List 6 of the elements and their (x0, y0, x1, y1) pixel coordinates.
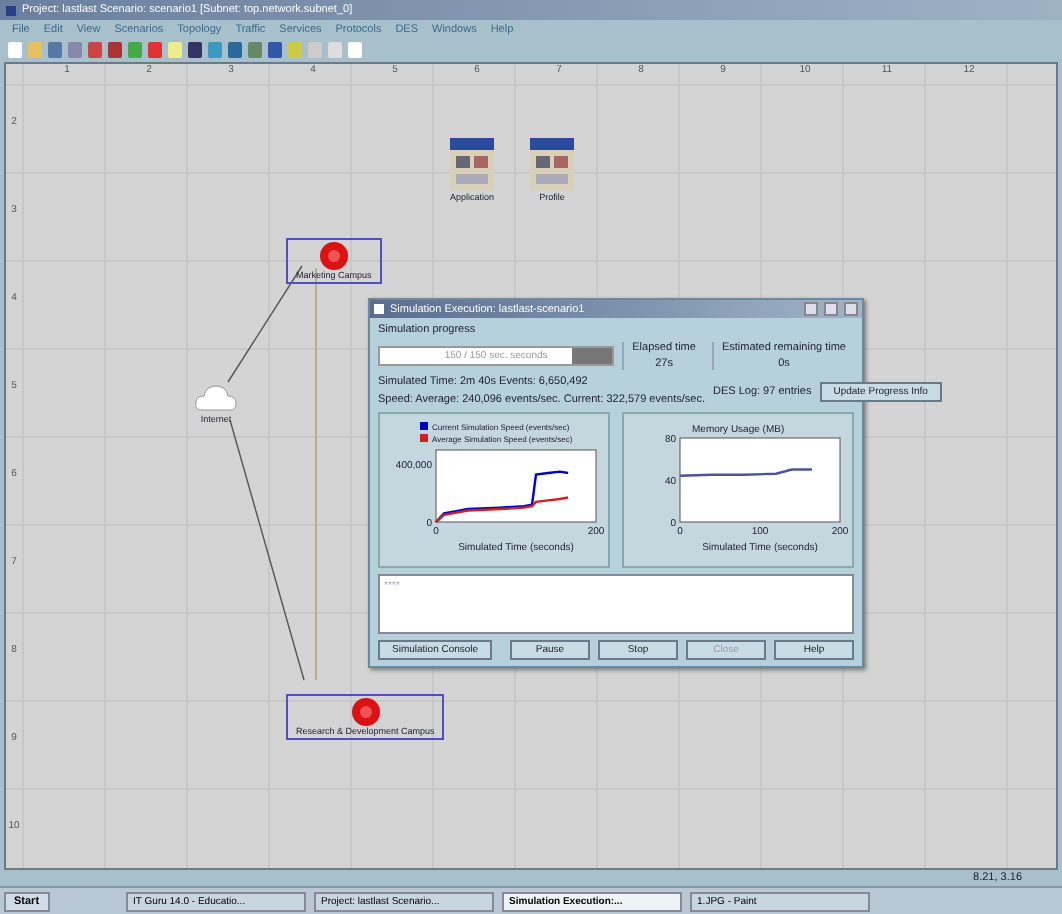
config-object-icon (530, 138, 574, 190)
campus-node-icon (351, 698, 380, 726)
config-object-icon (450, 138, 494, 190)
campus-node-icon (319, 242, 348, 270)
series-line (679, 468, 812, 477)
cloud-icon (194, 384, 238, 412)
